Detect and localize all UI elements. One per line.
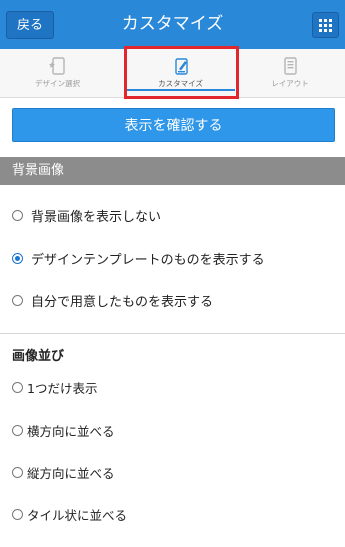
- radio-label: 縦方向に並べる: [27, 465, 115, 481]
- radio-label: 自分で用意したものを表示する: [31, 294, 214, 310]
- radio-button[interactable]: [12, 381, 23, 393]
- radio-label: タイル状に並べる: [27, 507, 128, 523]
- app-header: 戻る カスタマイズ: [0, 0, 345, 49]
- radio-option[interactable]: デザインテンプレートのものを表示する: [12, 248, 265, 268]
- tab-design-select[interactable]: デザイン選択: [0, 49, 115, 97]
- radio-button-checked[interactable]: [12, 252, 23, 264]
- radio-button[interactable]: [12, 294, 23, 306]
- layout-icon: [284, 57, 297, 75]
- radio-label: デザインテンプレートのものを表示する: [31, 252, 265, 268]
- radio-option[interactable]: 自分で用意したものを表示する: [12, 290, 213, 310]
- radio-option[interactable]: 1つだけ表示: [12, 377, 97, 397]
- tab-label: レイアウト: [271, 79, 309, 88]
- page-title: カスタマイズ: [121, 14, 224, 34]
- radio-option[interactable]: 縦方向に並べる: [12, 462, 115, 482]
- tab-layout[interactable]: レイアウト: [235, 49, 345, 97]
- radio-label: 1つだけ表示: [27, 380, 98, 396]
- confirm-display-button[interactable]: 表示を確認する: [12, 108, 335, 142]
- radio-option[interactable]: 背景画像を表示しない: [12, 205, 161, 225]
- radio-option[interactable]: 横方向に並べる: [12, 420, 115, 440]
- section-title-background: 背景画像: [0, 157, 345, 185]
- radio-label: 横方向に並べる: [27, 423, 115, 439]
- design-select-icon: [48, 57, 65, 75]
- menu-button[interactable]: [312, 12, 339, 38]
- radio-button[interactable]: [12, 424, 23, 436]
- grid-icon: [319, 18, 332, 32]
- radio-button[interactable]: [12, 508, 23, 520]
- radio-label: 背景画像を表示しない: [31, 209, 162, 225]
- highlight-box: [124, 46, 239, 99]
- divider: [0, 333, 345, 334]
- radio-option[interactable]: タイル状に並べる: [12, 504, 127, 524]
- radio-button[interactable]: [12, 209, 23, 221]
- radio-button[interactable]: [12, 466, 23, 478]
- section-title-arrangement: 画像並び: [12, 349, 65, 364]
- tab-label: デザイン選択: [35, 79, 80, 88]
